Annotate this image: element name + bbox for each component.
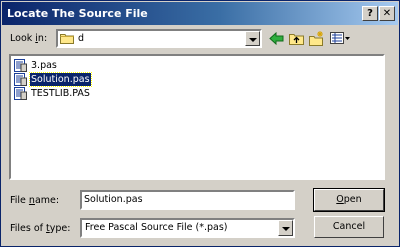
cancel-button[interactable]: Cancel: [314, 216, 384, 238]
title-bar[interactable]: Locate The Source File ? ✕: [2, 2, 398, 25]
file-name-label: Solution.pas: [29, 72, 92, 87]
window-title: Locate The Source File: [7, 7, 148, 20]
help-button[interactable]: ?: [362, 6, 378, 21]
file-name-input[interactable]: Solution.pas: [80, 190, 295, 210]
back-arrow-icon[interactable]: [268, 30, 285, 47]
close-button[interactable]: ✕: [379, 6, 395, 21]
view-menu-icon[interactable]: [329, 30, 351, 47]
folder-icon: [60, 34, 74, 44]
chevron-down-icon[interactable]: [278, 220, 293, 236]
open-button[interactable]: Open: [313, 188, 385, 212]
pascal-file-icon: [14, 87, 27, 100]
file-list[interactable]: 3.pas Solution.pas TESTLIB.PAS: [9, 54, 385, 180]
up-folder-icon[interactable]: [288, 30, 305, 47]
chevron-down-icon[interactable]: [245, 31, 260, 46]
file-name-input-value: Solution.pas: [84, 194, 143, 205]
file-type-label: Files of type:: [10, 223, 71, 234]
pascal-file-icon: [14, 59, 27, 72]
open-file-dialog: Locate The Source File ? ✕ Look in: d 3.…: [0, 0, 400, 247]
pascal-file-icon: [14, 73, 27, 86]
look-in-label: Look in:: [10, 33, 48, 44]
look-in-dropdown[interactable]: d: [56, 29, 262, 48]
file-name-field-label: File name:: [10, 195, 60, 206]
look-in-value: d: [78, 33, 85, 44]
file-name-label: TESTLIB.PAS: [31, 88, 90, 99]
file-type-value: Free Pascal Source File (*.pas): [85, 222, 228, 233]
file-type-dropdown[interactable]: Free Pascal Source File (*.pas): [80, 218, 295, 238]
file-name-label: 3.pas: [31, 60, 57, 71]
new-folder-icon[interactable]: [308, 30, 325, 47]
